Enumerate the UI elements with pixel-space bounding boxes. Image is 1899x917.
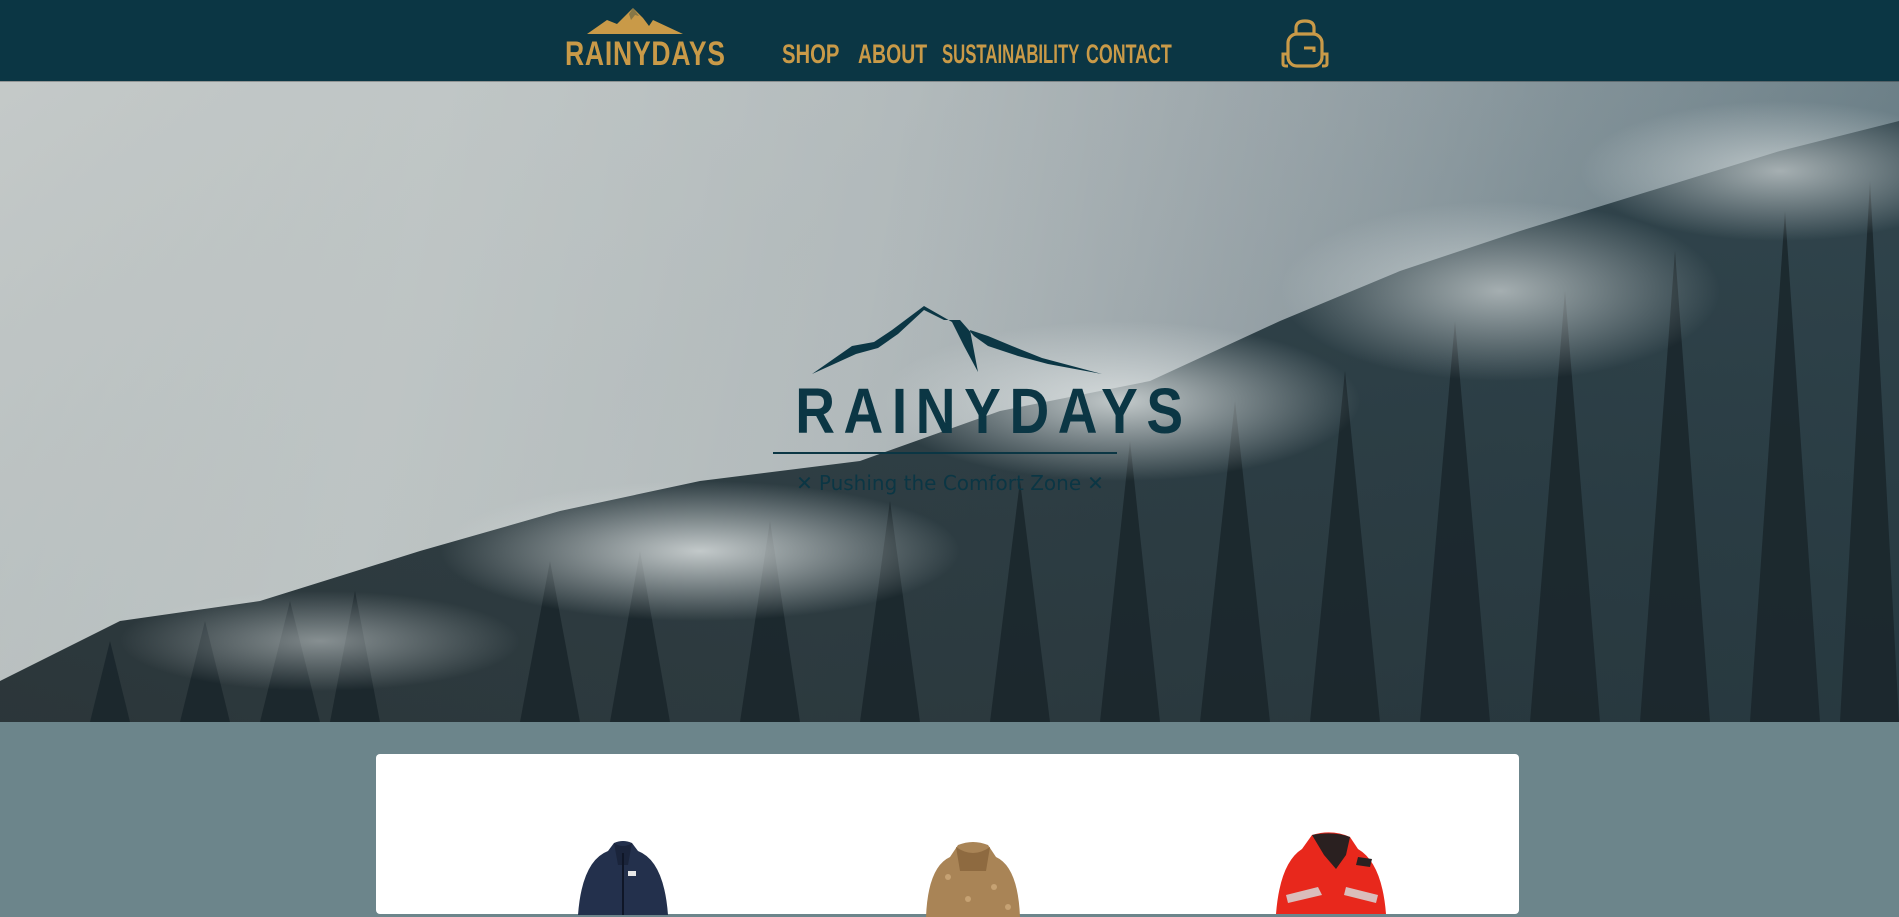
main-nav: SHOP ABOUT SUSTAINABILITY CONTACT	[782, 38, 1181, 70]
nav-link-shop[interactable]: SHOP	[782, 38, 839, 70]
mountain-logo-icon	[587, 8, 683, 34]
navy-fleece-jacket-image[interactable]	[548, 835, 698, 915]
hero-brand-logo: RAINYDAYS ✕ Pushing the Comfort Zone ✕	[770, 306, 1192, 506]
top-navigation-bar: RAINYDAYS SHOP ABOUT SUSTAINABILITY CONT…	[0, 0, 1899, 81]
red-rain-jacket-image[interactable]	[1246, 829, 1416, 914]
backpack-icon[interactable]	[1280, 18, 1330, 70]
nav-link-sustainability[interactable]: SUSTAINABILITY	[942, 38, 1079, 70]
nav-logo[interactable]: RAINYDAYS	[565, 6, 726, 73]
hero-brand-name: RAINYDAYS	[795, 375, 1192, 447]
hero-banner: RAINYDAYS ✕ Pushing the Comfort Zone ✕	[0, 81, 1899, 722]
hero-tagline: ✕ Pushing the Comfort Zone ✕	[770, 470, 1130, 496]
nav-logo-text: RAINYDAYS	[565, 35, 726, 73]
product-card-container	[376, 754, 1519, 917]
mountain-logo-icon	[812, 306, 1102, 374]
nav-link-contact[interactable]: CONTACT	[1086, 38, 1172, 70]
hero-tagline-text: Pushing the Comfort Zone	[818, 471, 1082, 495]
cross-mark-icon: ✕	[1087, 471, 1104, 495]
tan-sherpa-jacket-image[interactable]	[898, 837, 1048, 917]
cross-mark-icon: ✕	[796, 471, 813, 495]
brand-divider	[773, 452, 1117, 454]
nav-link-about[interactable]: ABOUT	[858, 38, 927, 70]
